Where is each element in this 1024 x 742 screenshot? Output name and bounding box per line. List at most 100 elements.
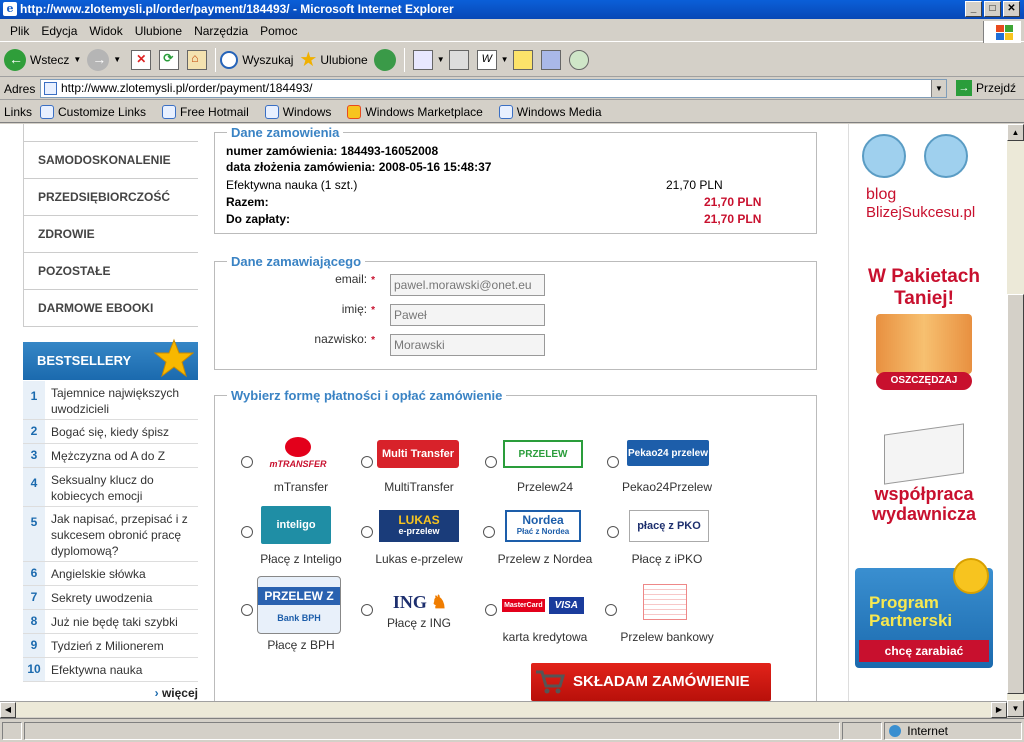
bestseller-rank: 9 xyxy=(23,634,45,657)
bestseller-item[interactable]: 10 Efektywna nauka xyxy=(23,658,198,682)
back-button[interactable]: ← Wstecz ▼ xyxy=(4,48,81,71)
blog-banner[interactable]: blog BlizejSukcesu.pl xyxy=(854,134,994,229)
nav-zdrowie[interactable]: ZDROWIE xyxy=(23,216,198,253)
payment-bph[interactable]: PRZELEW Z Bank BPH Płacę z BPH xyxy=(239,574,359,658)
radio-multitransfer[interactable] xyxy=(361,456,373,468)
scroll-left-button[interactable]: ◀ xyxy=(0,702,16,718)
bestseller-item[interactable]: 8 Już nie będę taki szybki xyxy=(23,610,198,634)
print-icon[interactable] xyxy=(448,49,469,70)
payment-mtransfer[interactable]: mTRANSFER mTransfer xyxy=(239,436,359,506)
stop-icon[interactable]: ✕ xyxy=(131,49,152,70)
menu-widok[interactable]: Widok xyxy=(83,24,128,38)
menu-ulubione[interactable]: Ulubione xyxy=(129,24,188,38)
email-field[interactable]: pawel.morawski@onet.eu xyxy=(390,274,545,296)
payment-nordea[interactable]: Nordea Płać z Nordea Przelew z Nordea xyxy=(483,504,603,574)
payment-przelew24[interactable]: PRZELEW Przelew24 xyxy=(483,436,603,506)
payment-card[interactable]: MasterCard VISA karta kredytowa xyxy=(483,574,603,644)
payment-ipko[interactable]: płacę z PKO Płacę z iPKO xyxy=(605,504,725,574)
link-hotmail[interactable]: Free Hotmail xyxy=(162,104,257,119)
go-button[interactable]: → Przejdź xyxy=(956,80,1016,96)
surname-field[interactable]: Morawski xyxy=(390,334,545,356)
payment-section-title: Wybierz formę płatności i opłać zamówien… xyxy=(227,388,507,403)
address-input[interactable]: http://www.zlotemysli.pl/order/payment/1… xyxy=(40,79,947,98)
packages-banner[interactable]: W Pakietach Taniej! OSZCZĘDZAJ xyxy=(854,264,994,394)
link-marketplace[interactable]: Windows Marketplace xyxy=(347,104,490,119)
nav-samodoskonalenie[interactable]: SAMODOSKONALENIE xyxy=(23,142,198,179)
submit-order-button[interactable]: SKŁADAM ZAMÓWIENIE xyxy=(531,663,771,701)
payment-inteligo[interactable]: inteligo Płacę z Inteligo xyxy=(239,504,359,574)
payment-ing[interactable]: ING ♞ Płacę z ING xyxy=(361,574,481,644)
mail-icon[interactable] xyxy=(412,49,433,70)
scroll-down-button[interactable]: ▼ xyxy=(1007,700,1024,717)
bestseller-item[interactable]: 9 Tydzień z Milionerem xyxy=(23,634,198,658)
right-sidebar: blog BlizejSukcesu.pl W Pakietach Taniej!… xyxy=(848,124,1000,717)
research-icon[interactable] xyxy=(540,49,561,70)
bestseller-item[interactable]: 5 Jak napisać, przepisać i z sukcesem obr… xyxy=(23,507,198,562)
refresh-icon[interactable]: ⟳ xyxy=(159,49,180,70)
bank-transfer-form-icon xyxy=(643,584,687,620)
bestseller-item[interactable]: 2 Bogać się, kiedy śpisz xyxy=(23,420,198,444)
radio-lukas[interactable] xyxy=(361,526,373,538)
name-field[interactable]: Paweł xyxy=(390,304,545,326)
messenger-icon[interactable] xyxy=(568,49,589,70)
nav-przedsiebiorczosc[interactable]: PRZEDSIĘBIORCZOŚĆ xyxy=(23,179,198,216)
payment-bank-transfer[interactable]: Przelew bankowy xyxy=(605,574,725,644)
radio-ing[interactable] xyxy=(361,604,373,616)
links-label: Links xyxy=(4,104,33,119)
radio-bank-transfer[interactable] xyxy=(605,604,617,616)
radio-pekao24[interactable] xyxy=(607,456,619,468)
scroll-up-button[interactable]: ▲ xyxy=(1007,124,1024,141)
nav-pozostale[interactable]: POZOSTAŁE xyxy=(23,253,198,290)
ing-lion-icon: ♞ xyxy=(430,591,448,612)
payment-pekao24[interactable]: Pekao24 przelew Pekao24Przelew xyxy=(605,436,725,506)
scroll-right-button[interactable]: ▶ xyxy=(991,702,1007,718)
status-text xyxy=(23,721,841,740)
word-icon[interactable]: W xyxy=(476,49,497,70)
menu-narzedzia[interactable]: Narzędzia xyxy=(188,24,254,38)
home-icon[interactable]: ⌂ xyxy=(187,49,208,70)
nordea-logo: Nordea Płać z Nordea xyxy=(505,510,581,542)
link-customize[interactable]: Customize Links xyxy=(40,104,154,119)
address-dropdown-button[interactable]: ▼ xyxy=(931,80,946,97)
bestseller-item[interactable]: 3 Mężczyzna od A do Z xyxy=(23,444,198,468)
minimize-button[interactable]: _ xyxy=(965,1,982,17)
history-icon[interactable] xyxy=(373,48,396,71)
bestseller-item[interactable]: 7 Sekrety uwodzenia xyxy=(23,586,198,610)
maximize-button[interactable]: □ xyxy=(984,1,1001,17)
radio-ipko[interactable] xyxy=(607,526,619,538)
bestseller-item[interactable]: 6 Angielskie słówka xyxy=(23,562,198,586)
order-due: 21,70 PLN xyxy=(704,212,762,226)
ie-link-icon xyxy=(264,104,279,119)
vertical-scrollbar[interactable]: ▲ ▼ xyxy=(1007,124,1024,717)
forward-button[interactable]: → ▼ xyxy=(87,48,121,71)
payment-lukas[interactable]: LUKAS e-przelew Lukas e-przelew xyxy=(361,504,481,574)
link-windows[interactable]: Windows xyxy=(264,104,340,119)
radio-nordea[interactable] xyxy=(483,526,495,538)
cooperation-banner[interactable]: współpraca wydawnicza xyxy=(854,423,994,529)
nav-darmowe-ebooki[interactable]: DARMOWE EBOOKI xyxy=(23,290,198,327)
menu-edycja[interactable]: Edycja xyxy=(35,24,83,38)
mtransfer-logo: mTRANSFER xyxy=(255,436,341,470)
scroll-thumb[interactable] xyxy=(1007,294,1024,694)
ipko-logo: płacę z PKO xyxy=(629,510,709,542)
radio-inteligo[interactable] xyxy=(241,526,253,538)
address-label: Adres xyxy=(4,81,36,96)
radio-card[interactable] xyxy=(485,604,497,616)
close-button[interactable]: ✕ xyxy=(1003,1,1020,17)
bestseller-item[interactable]: 1 Tajemnice największych uwodzicieli xyxy=(23,381,198,420)
bestseller-item[interactable]: 4 Seksualny klucz do kobiecych emocji xyxy=(23,468,198,507)
payment-multitransfer[interactable]: Multi Transfer MultiTransfer xyxy=(361,436,481,506)
link-media[interactable]: Windows Media xyxy=(498,104,610,119)
radio-bph[interactable] xyxy=(241,604,253,616)
horizontal-scrollbar[interactable]: ◀ ▶ xyxy=(0,701,1007,718)
more-link[interactable]: › więcej xyxy=(23,686,198,700)
favorites-button[interactable]: ★ Ulubione xyxy=(299,47,367,72)
search-button[interactable]: Wyszukaj xyxy=(220,50,293,69)
blog-domain: BlizejSukcesu.pl xyxy=(866,204,976,221)
partner-program-banner[interactable]: Program Partnerski chcę zarabiać xyxy=(855,558,993,668)
notes-icon[interactable] xyxy=(512,49,533,70)
radio-przelew24[interactable] xyxy=(485,456,497,468)
menu-plik[interactable]: Plik xyxy=(4,24,35,38)
menu-pomoc[interactable]: Pomoc xyxy=(254,24,303,38)
radio-mtransfer[interactable] xyxy=(241,456,253,468)
